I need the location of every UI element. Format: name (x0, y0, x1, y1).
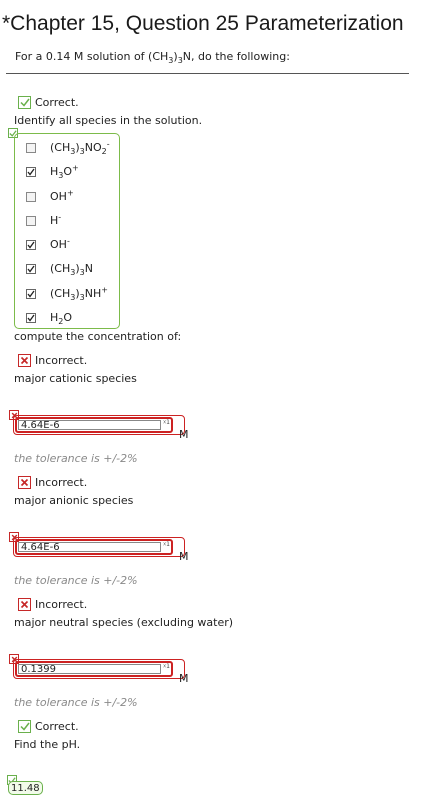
checkbox[interactable] (26, 239, 36, 250)
neutral-answer-row: 0.1399 ☓1 (11, 658, 185, 682)
option-ch3no2[interactable]: (CH3)3NO2- (26, 139, 110, 157)
x-icon (18, 354, 31, 367)
anion-feedback-text: Incorrect. (35, 476, 88, 489)
anion-answer-field[interactable]: 4.64E-6 ☓1 (15, 539, 173, 555)
q3-prompt: Find the pH. (14, 738, 81, 751)
option-oh-plus[interactable]: OH+ (26, 188, 74, 203)
q1-feedback: Correct. (18, 96, 79, 109)
sigfig-badge[interactable]: ☓1 (163, 419, 170, 426)
checkbox[interactable] (26, 312, 36, 323)
checkbox[interactable] (26, 142, 36, 153)
option-h3o-plus[interactable]: H3O+ (26, 163, 79, 181)
page-title: *Chapter 15, Question 25 Parameterizatio… (2, 12, 404, 35)
species-label: (CH3)3N (50, 262, 93, 278)
species-label: (CH3)3NO2- (50, 139, 110, 157)
checkbox[interactable] (26, 191, 36, 202)
neutral-label: major neutral species (excluding water) (14, 616, 234, 629)
species-label: H- (50, 212, 62, 227)
species-label: H2O (50, 311, 73, 327)
x-icon (18, 476, 31, 489)
intro-suffix: N, do the following: (182, 50, 290, 63)
checkbox[interactable] (26, 166, 36, 177)
cation-unit: M (179, 428, 189, 441)
checkbox[interactable] (26, 288, 36, 299)
checkbox[interactable] (26, 263, 36, 274)
q2-intro: compute the concentration of: (14, 330, 182, 343)
species-label: OH+ (50, 188, 74, 203)
intro-prefix: For a 0.14 M solution of (CH (15, 50, 169, 63)
check-icon (18, 720, 31, 733)
sigfig-badge[interactable]: ☓1 (163, 541, 170, 548)
anion-feedback: Incorrect. (18, 476, 87, 489)
neutral-answer-field[interactable]: 0.1399 ☓1 (15, 661, 173, 677)
check-icon (18, 96, 31, 109)
q3-feedback-text: Correct. (35, 720, 79, 733)
anion-tolerance: the tolerance is +/-2% (14, 574, 138, 587)
sigfig-badge[interactable]: ☓1 (163, 663, 170, 670)
species-label: H3O+ (50, 163, 79, 181)
divider (6, 73, 409, 74)
species-label: OH- (50, 236, 70, 251)
cation-answer-field[interactable]: 4.64E-6 ☓1 (15, 417, 173, 433)
q1-feedback-text: Correct. (35, 96, 79, 109)
x-icon (18, 598, 31, 611)
option-ch33nh-plus[interactable]: (CH3)3NH+ (26, 285, 108, 303)
cation-label: major cationic species (14, 372, 137, 385)
cation-feedback-text: Incorrect. (35, 354, 88, 367)
option-ch33n[interactable]: (CH3)3N (26, 262, 93, 278)
q1-prompt: Identify all species in the solution. (14, 114, 203, 127)
anion-answer-value[interactable]: 4.64E-6 (18, 542, 161, 553)
cation-feedback: Incorrect. (18, 354, 87, 367)
cation-answer-value[interactable]: 4.64E-6 (18, 420, 161, 431)
question-intro: For a 0.14 M solution of (CH3)3N, do the… (15, 50, 290, 65)
option-h2o[interactable]: H2O (26, 311, 73, 327)
neutral-feedback: Incorrect. (18, 598, 87, 611)
neutral-feedback-text: Incorrect. (35, 598, 88, 611)
anion-label: major anionic species (14, 494, 134, 507)
species-label: (CH3)3NH+ (50, 285, 108, 303)
ph-answer-field[interactable]: 11.48 (8, 781, 43, 795)
anion-answer-row: 4.64E-6 ☓1 (11, 536, 185, 560)
option-oh-minus[interactable]: OH- (26, 236, 70, 251)
neutral-unit: M (179, 672, 189, 685)
checkbox[interactable] (26, 215, 36, 226)
cation-tolerance: the tolerance is +/-2% (14, 452, 138, 465)
neutral-answer-value[interactable]: 0.1399 (18, 664, 161, 675)
cation-answer-row: 4.64E-6 ☓1 (11, 414, 185, 438)
neutral-tolerance: the tolerance is +/-2% (14, 696, 138, 709)
q3-feedback: Correct. (18, 720, 79, 733)
option-h-minus[interactable]: H- (26, 212, 62, 227)
anion-unit: M (179, 550, 189, 563)
